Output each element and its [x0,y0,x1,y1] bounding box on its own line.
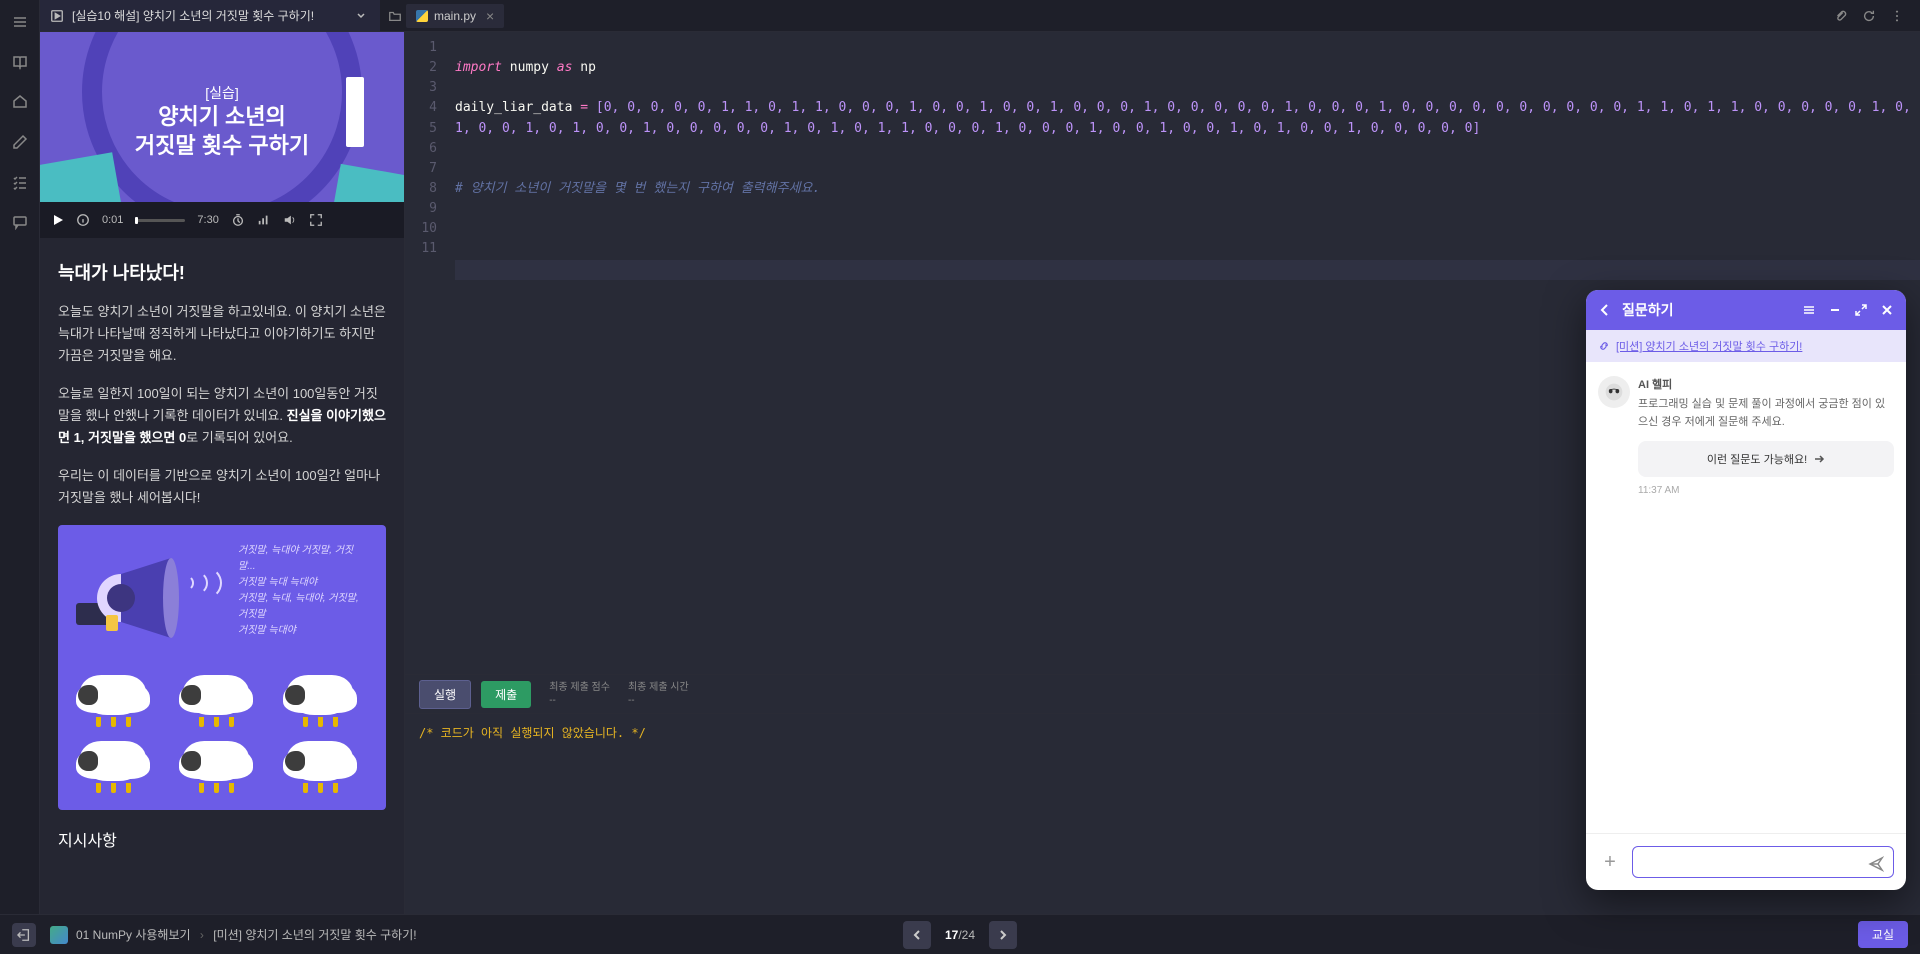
more-icon[interactable] [1890,9,1904,23]
illust-speech: 거짓말, 늑대야 거짓말, 거짓말... 거짓말 늑대 늑대야 거짓말, 늑대,… [238,543,368,639]
video-title: 양치기 소년의 거짓말 횟수 구하기 [135,103,309,160]
expand-icon[interactable] [1854,303,1868,317]
time-block: 최종 제출 시간 -- [628,681,689,707]
submit-button[interactable]: 제출 [481,681,531,708]
chat-panel: 질문하기 [미션] 양치기 소년의 거짓말 횟수 구하기! AI 헬피 프로그래… [1586,290,1906,890]
chat-context-link[interactable]: [미션] 양치기 소년의 거짓말 횟수 구하기! [1586,330,1906,362]
lesson-p1: 오늘도 양치기 소년이 거짓말을 하고있네요. 이 양치기 소년은 늑대가 나타… [58,301,386,367]
menu-icon[interactable] [10,12,30,32]
suggest-button[interactable]: 이런 질문도 가능해요! [1638,441,1894,477]
pager: 17/24 [903,921,1017,949]
chat-message: AI 헬피 프로그래밍 실습 및 문제 풀이 과정에서 궁금한 점이 있으신 경… [1598,376,1894,477]
attach-icon[interactable] [1834,9,1848,23]
exit-icon[interactable] [12,923,36,947]
video-tag: [실습] [205,83,239,103]
video-slider[interactable] [135,219,185,222]
next-button[interactable] [989,921,1017,949]
menu-icon[interactable] [1802,303,1816,317]
video-duration: 7:30 [197,214,218,226]
lesson-p2: 오늘로 일한지 100일이 되는 양치기 소년이 100일동안 거짓말을 했나 … [58,383,386,449]
page-indicator: 17/24 [945,928,975,942]
close-icon[interactable]: × [486,8,494,24]
book-icon[interactable] [10,52,30,72]
play-icon[interactable] [52,214,64,226]
python-icon [416,10,428,22]
top-right-actions [1834,9,1920,23]
chat-input[interactable] [1632,846,1894,878]
info-icon[interactable] [76,213,90,227]
line-gutter: 1234567891011 [405,32,445,674]
app-icon[interactable] [50,926,68,944]
prev-button[interactable] [903,921,931,949]
lesson-title: [실습10 해설] 양치기 소년의 거짓말 횟수 구하기! [72,7,314,24]
chevron-down-icon [356,11,366,21]
quality-icon[interactable] [257,213,271,227]
video-controls: 0:01 7:30 [40,202,404,238]
folder-icon[interactable] [388,9,402,23]
file-tab-mainpy[interactable]: main.py × [406,4,504,28]
volume-icon[interactable] [283,213,297,227]
minimize-icon[interactable] [1828,303,1842,317]
attach-button[interactable]: + [1598,850,1622,874]
home-icon[interactable] [10,92,30,112]
bottom-bar: 01 NumPy 사용해보기 › [미션] 양치기 소년의 거짓말 횟수 구하기… [0,914,1920,954]
lesson-content[interactable]: 늑대가 나타났다! 오늘도 양치기 소년이 거짓말을 하고있네요. 이 양치기 … [40,238,404,954]
bot-message-text: 프로그래밍 실습 및 문제 풀이 과정에서 궁금한 점이 있으신 경우 저에게 … [1638,396,1894,431]
lesson-dropdown[interactable]: [실습10 해설] 양치기 소년의 거짓말 횟수 구하기! [40,0,380,31]
bot-name: AI 헬피 [1638,376,1894,392]
bot-avatar [1598,376,1630,408]
lesson-h1: 늑대가 나타났다! [58,258,386,289]
video-thumbnail[interactable]: [실습] 양치기 소년의 거짓말 횟수 구하기 [40,32,404,202]
video-current-time: 0:01 [102,214,123,226]
chat-title: 질문하기 [1622,300,1674,320]
breadcrumb: 01 NumPy 사용해보기 › [미션] 양치기 소년의 거짓말 횟수 구하기… [76,926,417,943]
fullscreen-icon[interactable] [309,213,323,227]
edit-icon[interactable] [10,132,30,152]
chat-icon[interactable] [10,212,30,232]
chat-timestamp: 11:37 AM [1638,485,1894,496]
score-block: 최종 제출 점수 -- [549,681,610,707]
crumb-2[interactable]: [미션] 양치기 소년의 거짓말 횟수 구하기! [213,928,416,942]
send-icon[interactable] [1868,856,1884,872]
close-icon[interactable] [1880,303,1894,317]
back-icon[interactable] [1598,303,1612,317]
lesson-panel: [실습] 양치기 소년의 거짓말 횟수 구하기 0:01 7:30 늑대가 나타… [40,32,405,954]
top-bar: [실습10 해설] 양치기 소년의 거짓말 횟수 구하기! main.py × [40,0,1920,32]
file-tab-bar: main.py × [380,4,1834,28]
classroom-button[interactable]: 교실 [1858,921,1908,948]
chat-header: 질문하기 [1586,290,1906,330]
lesson-p3: 우리는 이 데이터를 기반으로 양치기 소년이 100일간 얼마나 거짓말을 했… [58,465,386,509]
play-square-icon [50,9,64,23]
crumb-1[interactable]: 01 NumPy 사용해보기 [76,928,191,942]
checklist-icon[interactable] [10,172,30,192]
megaphone-icon [76,543,186,643]
lesson-illustration: 거짓말, 늑대야 거짓말, 거짓말... 거짓말 늑대 늑대야 거짓말, 늑대,… [58,525,386,810]
chat-input-bar: + [1586,833,1906,890]
chat-body[interactable]: AI 헬피 프로그래밍 실습 및 문제 풀이 과정에서 궁금한 점이 있으신 경… [1586,362,1906,833]
instructions-heading: 지시사항 [58,828,386,855]
chat-link-text: [미션] 양치기 소년의 거짓말 횟수 구하기! [1616,338,1802,354]
timer-icon[interactable] [231,213,245,227]
refresh-icon[interactable] [1862,9,1876,23]
file-tab-label: main.py [434,9,476,23]
run-button[interactable]: 실행 [419,680,471,709]
link-icon [1598,340,1610,352]
left-sidebar [0,0,40,954]
